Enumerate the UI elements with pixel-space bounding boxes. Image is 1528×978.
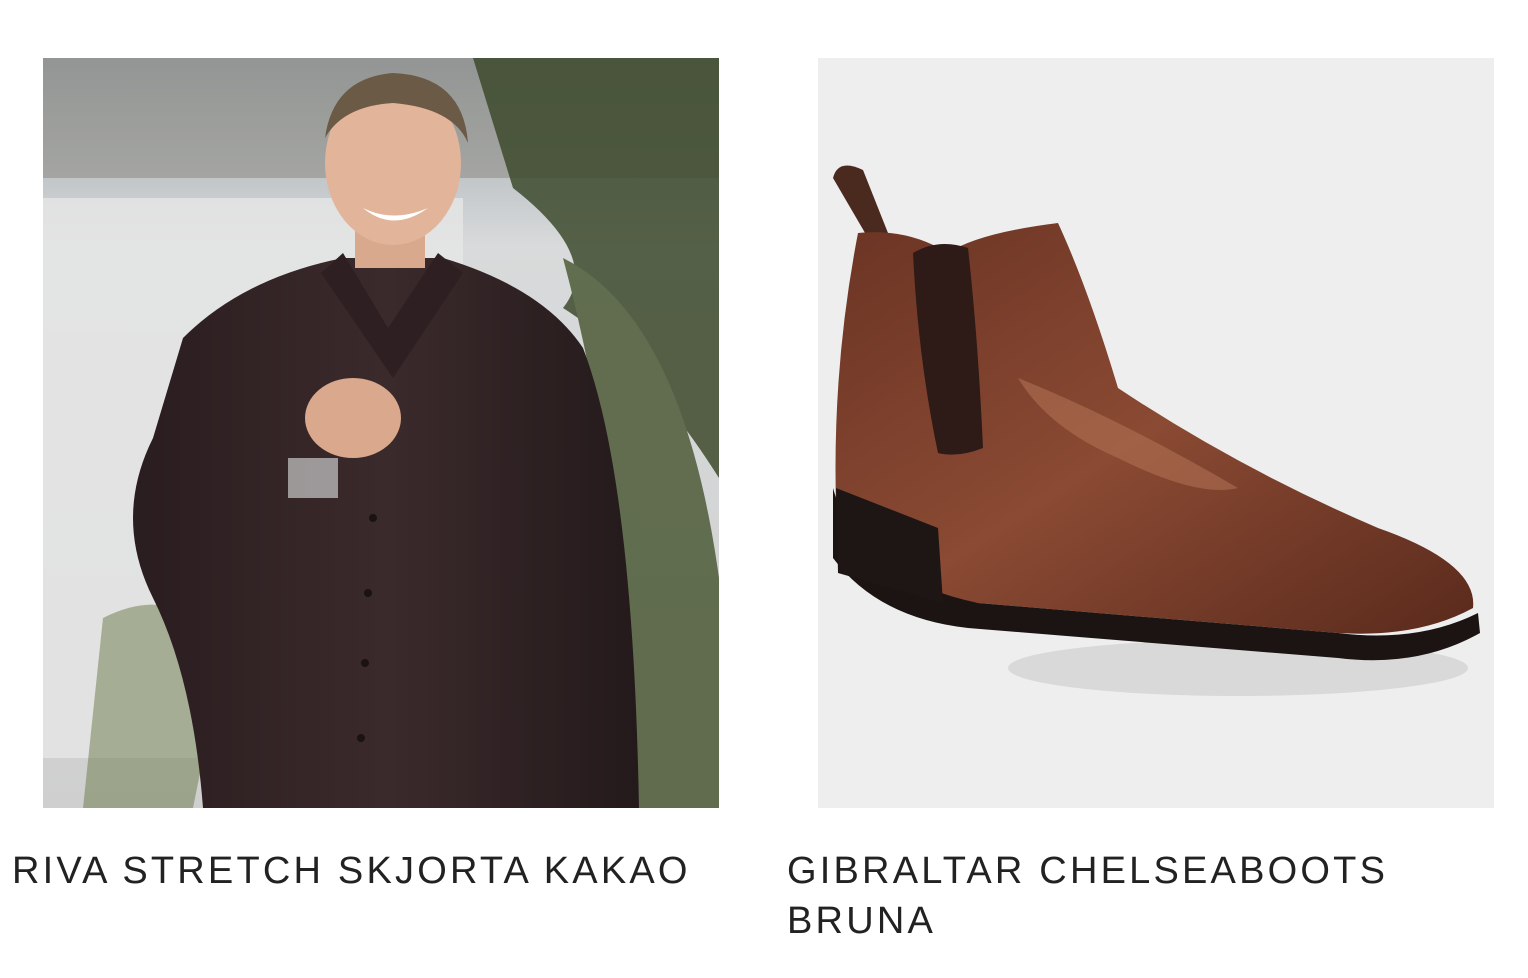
product-image-shirt[interactable]	[43, 58, 719, 808]
shirt-photo	[43, 58, 719, 808]
product-title-boots[interactable]: GIBRALTAR CHELSEABOOTS BRUNA	[787, 846, 1427, 946]
product-image-boots[interactable]	[818, 58, 1494, 808]
boot-photo	[818, 58, 1494, 808]
product-title-shirt[interactable]: RIVA STRETCH SKJORTA KAKAO	[12, 846, 752, 896]
